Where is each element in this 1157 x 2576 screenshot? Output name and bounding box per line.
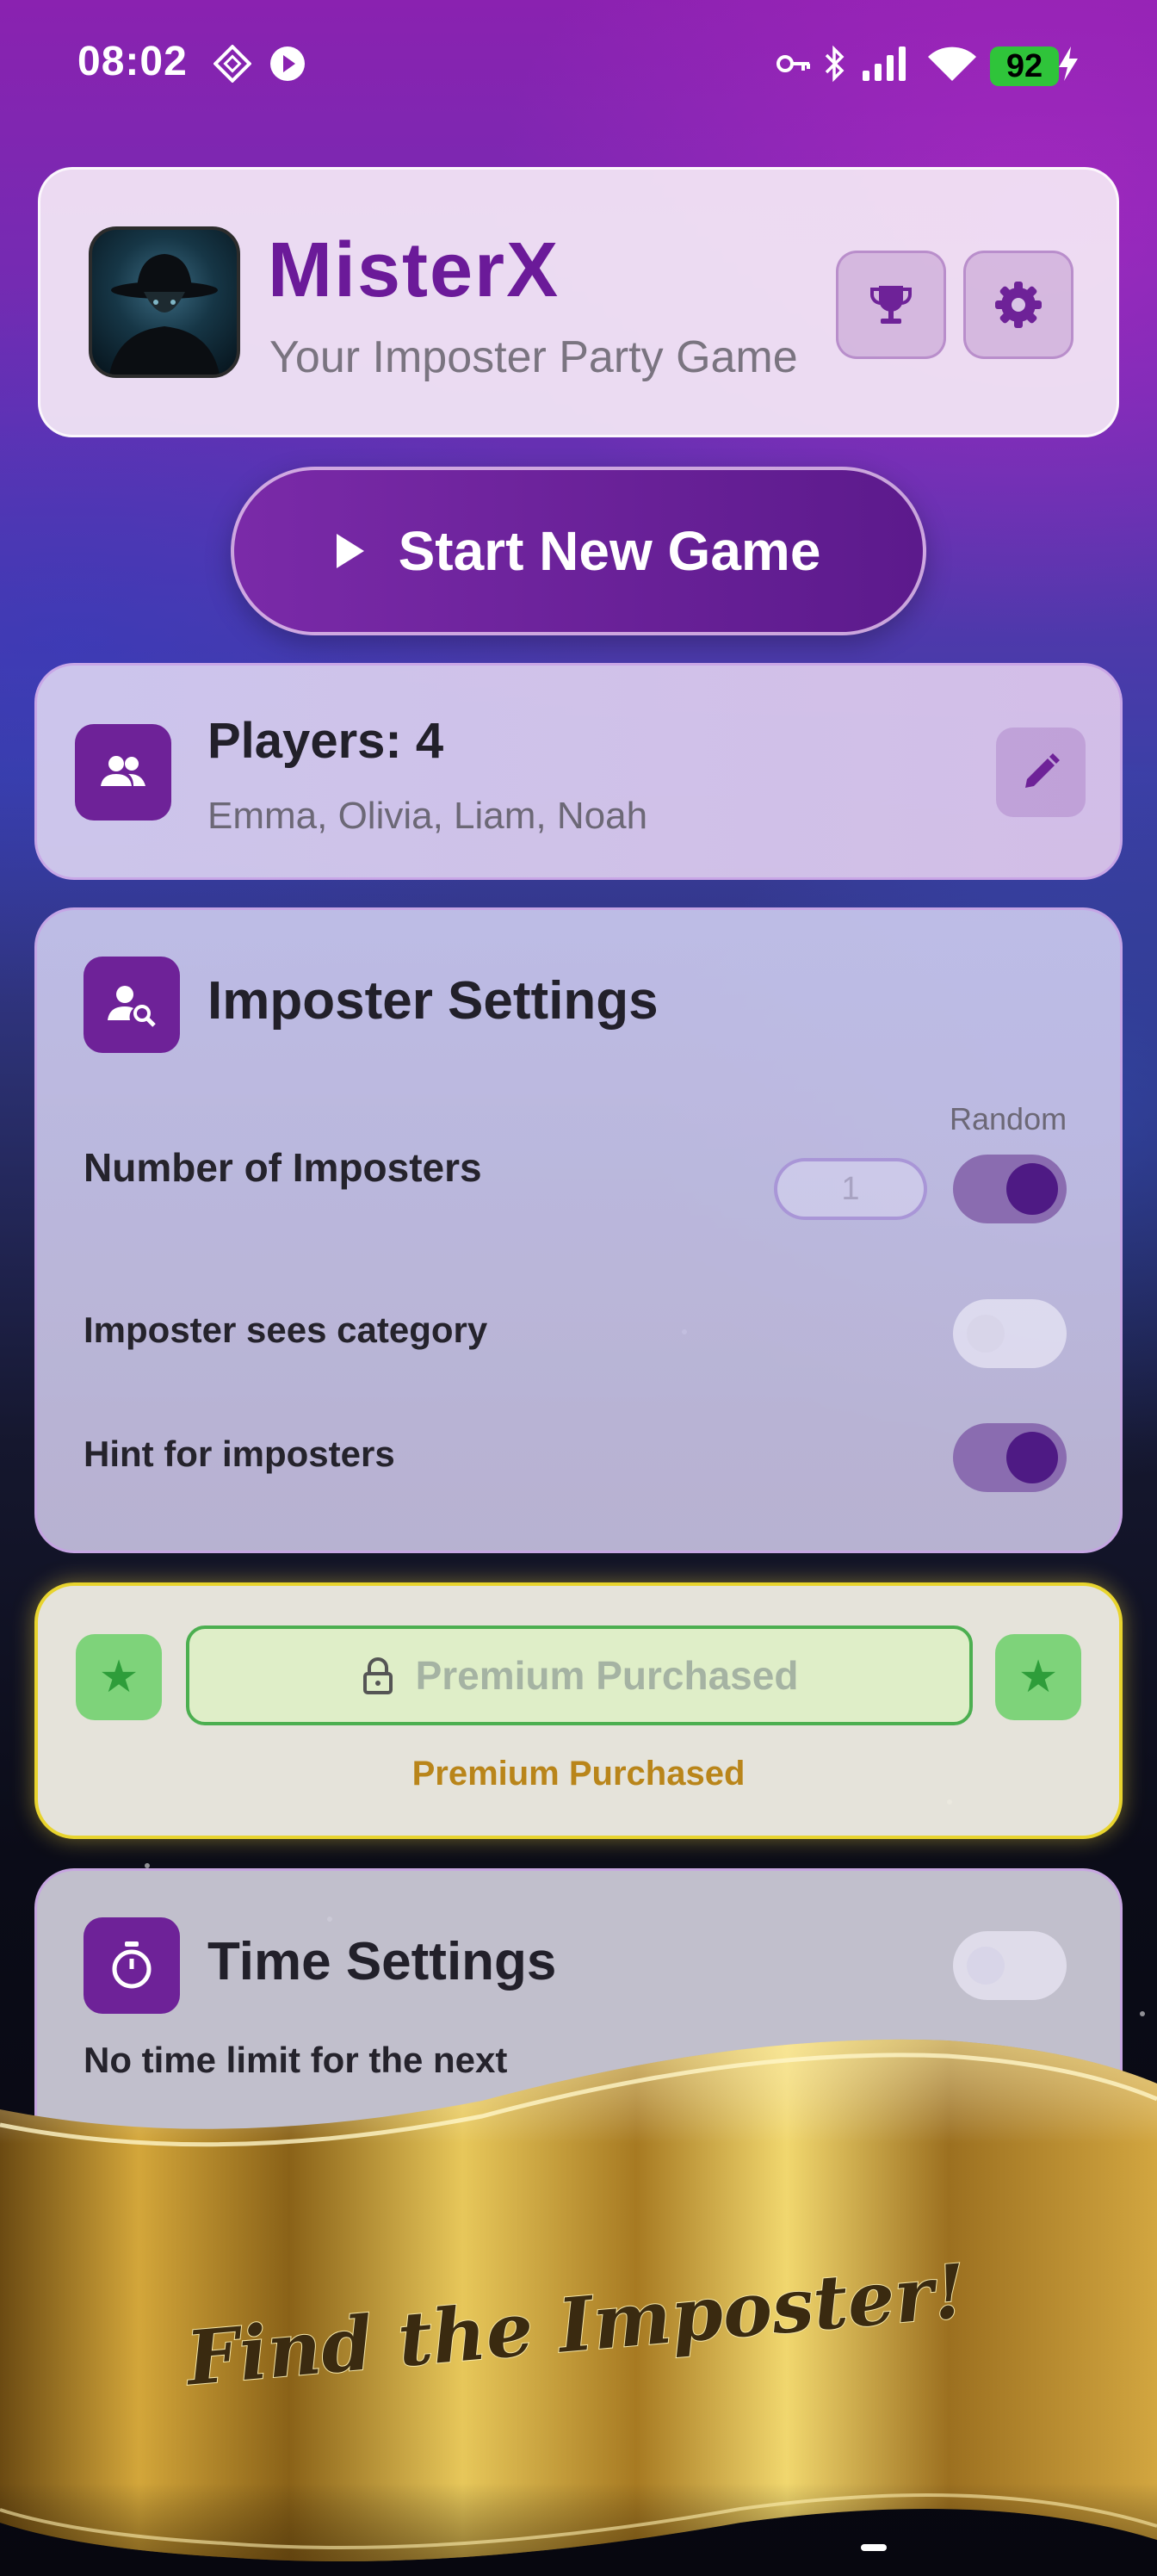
star-icon: ★	[995, 1634, 1081, 1720]
premium-button[interactable]: Premium Purchased	[186, 1625, 973, 1725]
imposter-settings-card: Imposter Settings Random Number of Impos…	[34, 907, 1123, 1553]
number-of-imposters-label: Number of Imposters	[84, 1145, 482, 1190]
time-settings-title: Time Settings	[207, 1932, 557, 1991]
players-names: Emma, Olivia, Liam, Noah	[207, 795, 648, 837]
time-limit-toggle[interactable]	[953, 1931, 1067, 2000]
imposter-icon-tile	[84, 957, 180, 1053]
gear-icon	[995, 282, 1042, 328]
signal-icon	[863, 46, 906, 81]
status-time: 08:02	[77, 39, 188, 84]
play-icon	[336, 534, 364, 568]
nfc-icon	[213, 45, 251, 83]
key-icon	[776, 55, 810, 72]
bluetooth-icon	[825, 45, 845, 83]
hint-for-imposters-label: Hint for imposters	[84, 1434, 395, 1474]
wifi-icon	[928, 46, 976, 81]
number-of-imposters-field[interactable]: 1	[774, 1158, 927, 1220]
app-logo	[89, 226, 240, 378]
imposter-sees-category-label: Imposter sees category	[84, 1310, 488, 1350]
start-new-game-button[interactable]: Start New Game	[231, 467, 926, 635]
home-indicator[interactable]	[861, 2544, 887, 2551]
group-icon	[101, 756, 145, 786]
imposter-settings-title: Imposter Settings	[207, 971, 659, 1031]
premium-card: ★ Premium Purchased ★ Premium Purchased	[34, 1582, 1123, 1839]
start-new-game-label: Start New Game	[398, 520, 821, 582]
stopwatch-icon	[112, 1941, 152, 1989]
trophy-icon	[870, 286, 912, 324]
charging-icon	[1059, 46, 1078, 81]
players-card[interactable]: Players: 4 Emma, Olivia, Liam, Noah	[34, 663, 1123, 880]
lock-icon	[362, 1657, 393, 1694]
random-toggle[interactable]	[953, 1155, 1067, 1223]
premium-status-text: Premium Purchased	[411, 1755, 746, 1793]
app-subtitle: Your Imposter Party Game	[269, 332, 798, 382]
header-card: MisterX Your Imposter Party Game	[38, 167, 1119, 437]
players-count: Players: 4	[207, 713, 444, 769]
play-badge-icon	[270, 46, 305, 81]
app-title: MisterX	[268, 227, 560, 313]
edit-players-button[interactable]	[996, 728, 1086, 817]
battery-icon: 92	[990, 46, 1059, 86]
star-icon: ★	[76, 1634, 162, 1720]
premium-button-label: Premium Purchased	[415, 1653, 799, 1698]
person-search-icon	[108, 986, 156, 1027]
trophy-button[interactable]	[836, 251, 946, 359]
players-icon-tile	[75, 724, 171, 820]
pencil-icon	[1025, 753, 1060, 788]
timer-icon-tile	[84, 1917, 180, 2014]
hint-for-imposters-toggle[interactable]	[953, 1423, 1067, 1492]
status-bar: 08:02 92	[0, 0, 1157, 129]
find-the-imposter-banner: Find the Imposter!	[0, 2039, 1157, 2561]
settings-button[interactable]	[963, 251, 1073, 359]
imposter-sees-category-toggle[interactable]	[953, 1299, 1067, 1368]
random-label: Random	[950, 1101, 1067, 1136]
